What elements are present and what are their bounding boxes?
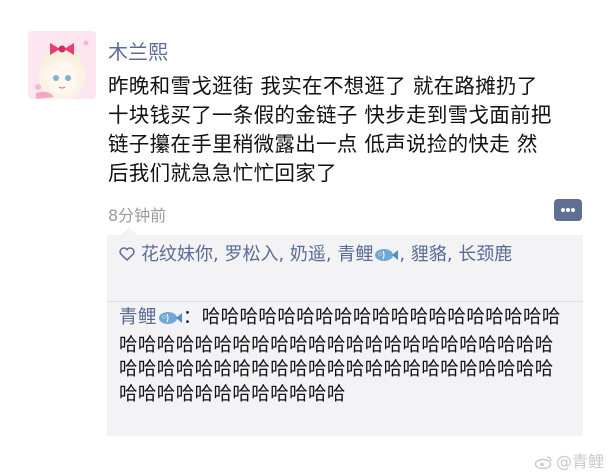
dot-icon [571, 208, 575, 212]
weibo-logo-icon [534, 452, 553, 471]
like-name[interactable]: 花纹妹你 [141, 244, 213, 265]
fish-icon [157, 309, 183, 334]
like-name[interactable]: 罗松入 [224, 244, 278, 265]
watermark: @青鲤 [534, 448, 605, 472]
post-username[interactable]: 木兰熙 [108, 36, 168, 65]
heart-icon [119, 244, 135, 265]
like-name[interactable]: 青鲤 [337, 244, 373, 265]
watermark-text: @青鲤 [556, 452, 605, 471]
avatar[interactable] [28, 31, 96, 99]
avatar-illustration [28, 31, 96, 99]
comment-button[interactable] [554, 199, 582, 221]
comment-author[interactable]: 青鲤 [119, 307, 157, 328]
likes-list: 花纹妹你, 罗松入, 奶遥, 青鲤, 貍貉, 长颈鹿 [119, 241, 569, 272]
comment-item[interactable]: 青鲤 ：哈哈哈哈哈哈哈哈哈哈哈哈哈哈哈哈哈哈哈哈哈哈哈哈哈哈哈哈哈哈哈哈哈哈哈哈哈… [119, 306, 564, 407]
feedback-panel: 花纹妹你, 罗松入, 奶遥, 青鲤, 貍貉, 长颈鹿 青鲤 ：哈哈哈哈哈哈哈哈哈哈… [107, 227, 583, 436]
divider [107, 301, 583, 302]
like-name[interactable]: 貍貉 [411, 244, 447, 265]
like-name[interactable]: 奶遥 [290, 244, 326, 265]
dot-icon [566, 208, 570, 212]
comment-colon: ： [182, 307, 202, 328]
fish-icon [373, 244, 399, 272]
post-text: 昨晚和雪戈逛街 我实在不想逛了 就在路摊扔了十块钱买了一条假的金链子 快步走到雪… [108, 74, 552, 185]
post-timestamp: 8分钟前 [108, 206, 167, 225]
like-name[interactable]: 长颈鹿 [458, 244, 512, 265]
dot-icon [561, 208, 565, 212]
